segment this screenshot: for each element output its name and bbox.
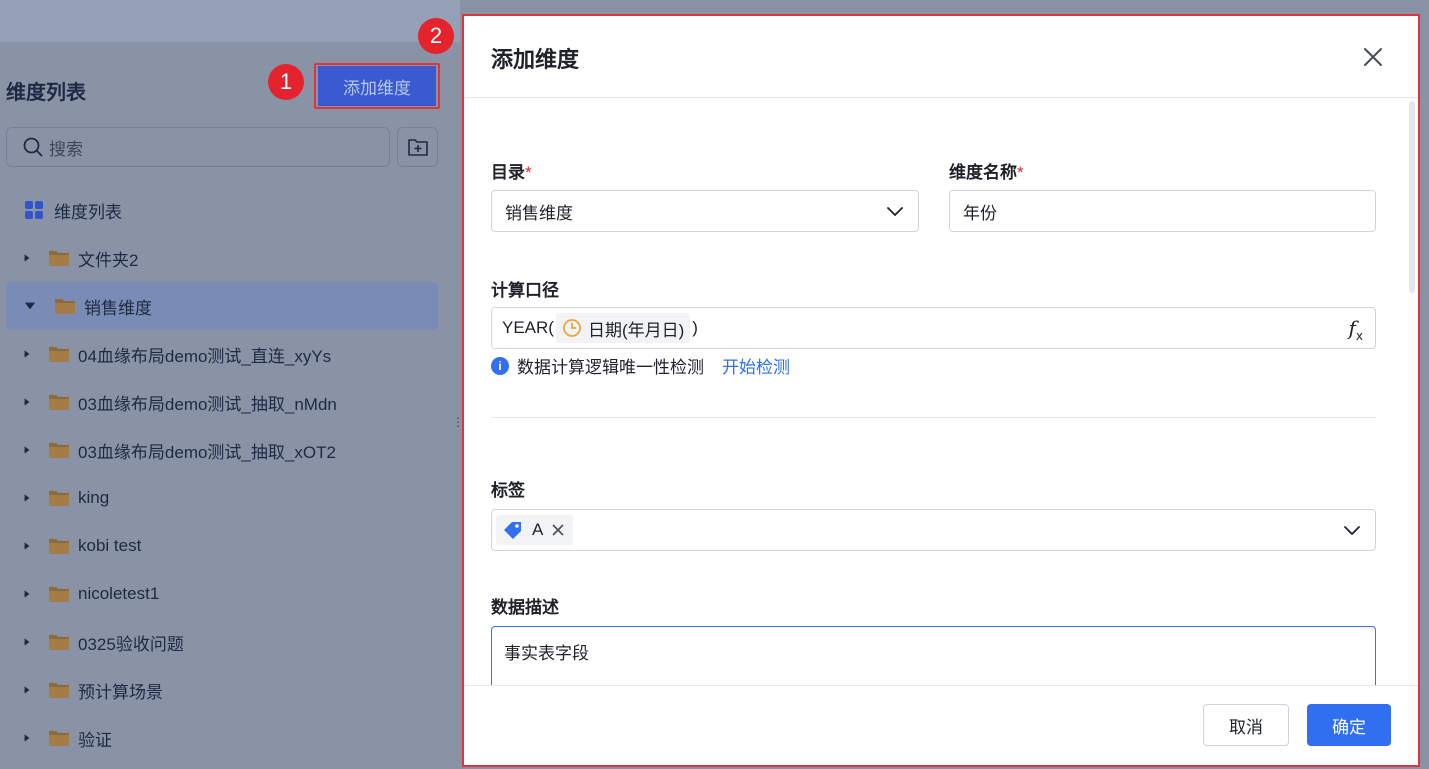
tree-item[interactable]: 03血缘布局demo测试_抽取_nMdn: [0, 378, 460, 426]
tree-item[interactable]: 验证: [0, 714, 460, 762]
tree-item[interactable]: nicoletest1: [0, 570, 460, 618]
dialog-body: 目录* 销售维度 维度名称* 年份 计算口径 YEAR( 日期(年月日)) f…: [464, 99, 1418, 685]
dialog-title: 添加维度: [491, 47, 580, 72]
tag-label: 标签: [491, 481, 525, 500]
tree-item[interactable]: 03血缘布局demo测试_抽取_xOT2: [0, 426, 460, 474]
folder-icon: [48, 249, 70, 267]
tree-item-label: 销售维度: [84, 298, 152, 318]
add-dimension-dialog: 添加维度 目录* 销售维度 维度名称* 年份 计算口径 YEAR(日期(年月日…: [464, 16, 1418, 765]
caret-right-icon[interactable]: [0, 395, 30, 409]
remove-tag-icon[interactable]: [551, 523, 565, 537]
folder-icon: [48, 681, 70, 699]
dimension-name-input[interactable]: 年份: [949, 190, 1376, 232]
folder-icon: [48, 585, 70, 603]
tree-item-label: 03血缘布局demo测试_抽取_xOT2: [78, 442, 336, 462]
description-textarea[interactable]: 事实表字段: [491, 626, 1376, 685]
dialog-header: 添加维度: [464, 16, 1418, 98]
annotation-badge-1: 1: [268, 64, 304, 100]
caret-right-icon[interactable]: [0, 251, 30, 265]
tag-chip: A: [496, 515, 574, 545]
scrollbar[interactable]: [1409, 101, 1415, 293]
caret-right-icon[interactable]: [0, 539, 30, 553]
caret-right-icon[interactable]: [0, 491, 30, 505]
info-icon: i: [491, 356, 509, 375]
description-label: 数据描述: [491, 598, 559, 617]
tree-item-label: 预计算场景: [78, 682, 163, 702]
top-bar: [0, 0, 460, 42]
check-text: 数据计算逻辑唯一性检测: [517, 358, 704, 377]
formula-suffix: ): [692, 318, 698, 337]
caret-right-icon[interactable]: [0, 683, 30, 697]
clock-icon: [563, 319, 581, 337]
name-label: 维度名称*: [949, 163, 1024, 182]
required-mark: *: [525, 163, 532, 182]
dimension-tree: 维度列表 文件夹2 销售维度 04血缘布局demo测试_直连_xyYs 03血缘布局d…: [0, 186, 460, 762]
tag-value: A: [532, 520, 544, 539]
tree-root[interactable]: 维度列表: [0, 186, 460, 234]
tree-root-label: 维度列表: [54, 202, 122, 222]
folder-icon: [48, 729, 70, 747]
caret-down-icon[interactable]: [6, 301, 36, 311]
formula-label: 计算口径: [491, 281, 559, 300]
search-input[interactable]: 搜索: [6, 127, 390, 167]
tree-item-label: 03血缘布局demo测试_抽取_nMdn: [78, 394, 337, 414]
tree-item[interactable]: kobi test: [0, 522, 460, 570]
tag-icon: [502, 520, 524, 540]
add-dimension-button[interactable]: 添加维度: [318, 66, 436, 106]
chevron-down-icon: [887, 207, 903, 216]
caret-right-icon[interactable]: [0, 347, 30, 361]
catalog-value: 销售维度: [505, 203, 573, 223]
search-icon: [23, 137, 43, 157]
search-placeholder: 搜索: [49, 139, 83, 159]
tree-item-label: 文件夹2: [78, 250, 139, 270]
catalog-label: 目录*: [491, 163, 532, 182]
new-folder-button[interactable]: [397, 127, 438, 167]
cancel-button[interactable]: 取消: [1203, 704, 1289, 746]
folder-icon: [48, 393, 70, 411]
close-icon: [1364, 48, 1382, 66]
folder-icon: [48, 633, 70, 651]
caret-right-icon[interactable]: [0, 731, 30, 745]
formula-field-name: 日期(年月日): [587, 320, 685, 340]
tree-item[interactable]: 0325验收问题: [0, 618, 460, 666]
chevron-down-icon: [1344, 526, 1360, 535]
folder-icon: [48, 537, 70, 555]
formula-input[interactable]: YEAR( 日期(年月日) ) fx: [491, 307, 1376, 349]
folder-icon: [48, 489, 70, 507]
formula-prefix: YEAR(: [502, 318, 554, 337]
formula-field-chip[interactable]: 日期(年月日): [555, 313, 691, 343]
required-mark: *: [1017, 163, 1024, 182]
caret-right-icon[interactable]: [0, 443, 30, 457]
folder-icon: [48, 441, 70, 459]
tree-item-label: 0325验收问题: [78, 634, 184, 654]
panel-title: 维度列表: [6, 82, 86, 104]
caret-right-icon[interactable]: [0, 587, 30, 601]
tree-item[interactable]: king: [0, 474, 460, 522]
folder-icon: [48, 345, 70, 363]
close-button[interactable]: [1360, 44, 1386, 70]
confirm-button[interactable]: 确定: [1307, 704, 1391, 746]
tree-item[interactable]: 销售维度: [6, 282, 438, 330]
annotation-badge-2: 2: [418, 18, 454, 54]
grid-icon: [24, 200, 44, 220]
tree-item[interactable]: 预计算场景: [0, 666, 460, 714]
tree-item-label: kobi test: [78, 536, 142, 555]
dialog-footer: 取消 确定: [464, 685, 1418, 765]
tag-select[interactable]: A: [491, 509, 1376, 551]
tree-item[interactable]: 04血缘布局demo测试_直连_xyYs: [0, 330, 460, 378]
catalog-select[interactable]: 销售维度: [491, 190, 919, 232]
tree-item-label: nicoletest1: [78, 584, 160, 603]
tree-item-label: king: [78, 488, 110, 507]
folder-icon: [54, 297, 76, 315]
tree-item-label: 验证: [78, 730, 112, 750]
uniqueness-check: i 数据计算逻辑唯一性检测 开始检测: [491, 353, 790, 378]
start-check-link[interactable]: 开始检测: [722, 353, 790, 378]
tree-item-label: 04血缘布局demo测试_直连_xyYs: [78, 346, 332, 366]
caret-right-icon[interactable]: [0, 635, 30, 649]
section-divider: [491, 417, 1376, 418]
folder-add-icon: [407, 139, 428, 156]
fx-icon[interactable]: fx: [1348, 316, 1363, 343]
tree-item[interactable]: 文件夹2: [0, 234, 460, 282]
dimension-name-value: 年份: [963, 203, 997, 223]
